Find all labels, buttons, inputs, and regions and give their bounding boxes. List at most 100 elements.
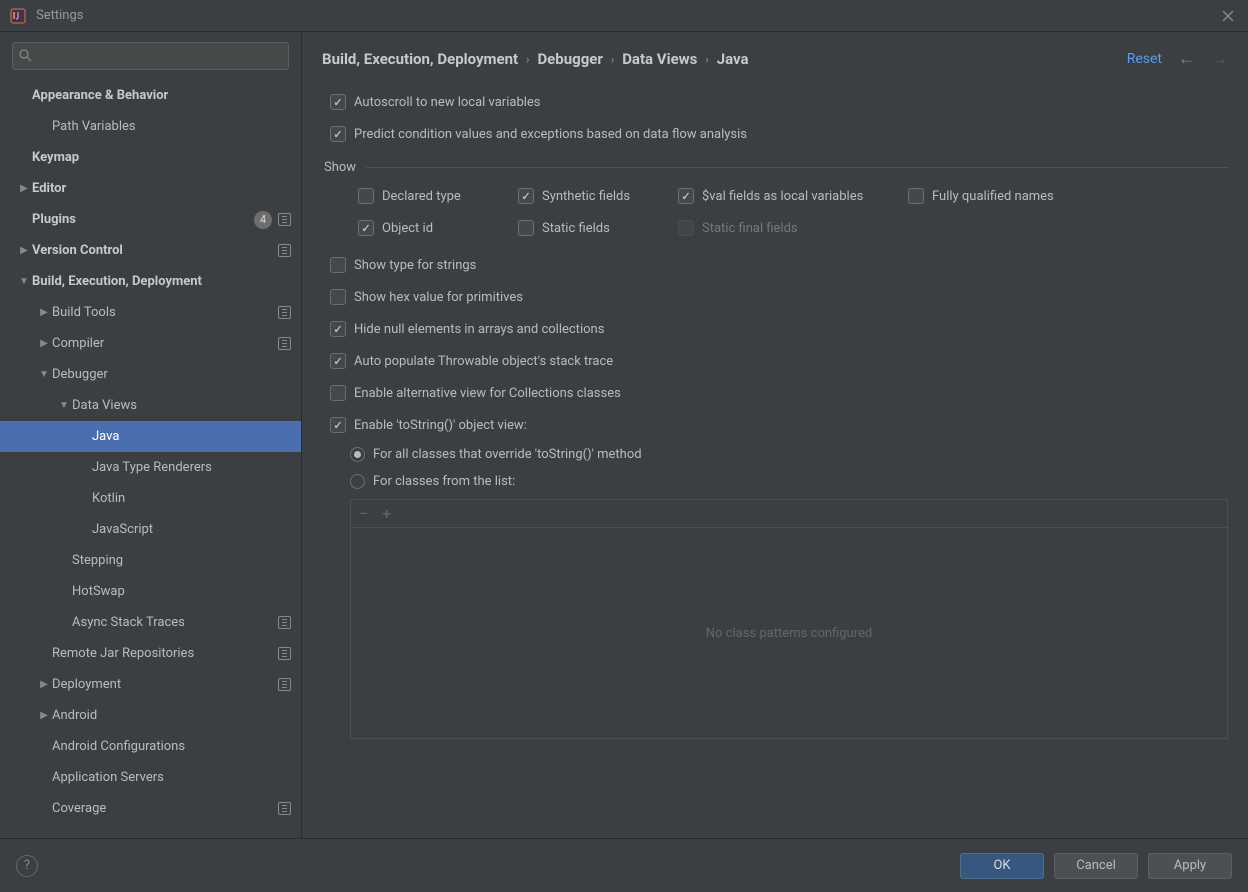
project-scope-icon <box>278 337 291 350</box>
sidebar-item-label: Version Control <box>32 243 278 258</box>
sidebar-item[interactable]: Stepping <box>0 545 301 576</box>
sidebar-item-label: Build Tools <box>52 305 278 320</box>
sidebar-item[interactable]: Remote Jar Repositories <box>0 638 301 669</box>
chevron-icon: ▶ <box>36 338 52 349</box>
hide-null-checkbox[interactable] <box>330 321 346 337</box>
add-icon[interactable]: + <box>382 504 391 523</box>
project-scope-icon <box>278 244 291 257</box>
fully-qualified-label: Fully qualified names <box>932 189 1054 204</box>
radio-all-classes[interactable] <box>350 447 365 462</box>
cancel-button[interactable]: Cancel <box>1054 853 1138 879</box>
sidebar-item[interactable]: Plugins4 <box>0 204 301 235</box>
titlebar: Settings <box>0 0 1248 32</box>
chevron-icon: ▶ <box>36 710 52 721</box>
chevron-right-icon: › <box>705 53 708 66</box>
breadcrumb-segment[interactable]: Data Views <box>622 50 697 68</box>
breadcrumb-segment[interactable]: Debugger <box>537 50 602 68</box>
sidebar-item-label: Debugger <box>52 367 291 382</box>
project-scope-icon <box>278 616 291 629</box>
enable-alt-view-checkbox[interactable] <box>330 385 346 401</box>
project-scope-icon <box>278 306 291 319</box>
show-section-label: Show <box>324 160 356 175</box>
close-icon[interactable] <box>1218 6 1238 26</box>
sidebar-item-label: Plugins <box>32 212 254 227</box>
breadcrumb-segment[interactable]: Build, Execution, Deployment <box>322 50 518 68</box>
sidebar-item[interactable]: HotSwap <box>0 576 301 607</box>
settings-tree[interactable]: Appearance & BehaviorPath VariablesKeyma… <box>0 80 301 838</box>
sidebar-item[interactable]: ▼Data Views <box>0 390 301 421</box>
sidebar-item[interactable]: ▶Android <box>0 700 301 731</box>
chevron-right-icon: › <box>526 53 529 66</box>
reset-link[interactable]: Reset <box>1127 51 1162 67</box>
sidebar-item[interactable]: ▶Deployment <box>0 669 301 700</box>
sidebar-item-label: JavaScript <box>92 522 291 537</box>
sidebar-item-label: Async Stack Traces <box>72 615 278 630</box>
project-scope-icon <box>278 213 291 226</box>
fully-qualified-checkbox[interactable] <box>908 188 924 204</box>
chevron-icon: ▶ <box>16 183 32 194</box>
sidebar-item-label: Compiler <box>52 336 278 351</box>
static-fields-checkbox[interactable] <box>518 220 534 236</box>
content-header: Build, Execution, Deployment › Debugger › Da… <box>302 32 1248 86</box>
sidebar-item[interactable]: ▶Editor <box>0 173 301 204</box>
sidebar-item[interactable]: Keymap <box>0 142 301 173</box>
help-button[interactable]: ? <box>16 855 38 877</box>
project-scope-icon <box>278 678 291 691</box>
sidebar-item[interactable]: Kotlin <box>0 483 301 514</box>
show-hex-label: Show hex value for primitives <box>354 290 523 305</box>
class-list-panel: − + No class patterns configured <box>350 499 1228 739</box>
show-type-strings-checkbox[interactable] <box>330 257 346 273</box>
back-arrow-icon[interactable]: ← <box>1178 49 1195 69</box>
badge: 4 <box>254 211 272 229</box>
forward-arrow-icon[interactable]: → <box>1211 49 1228 69</box>
predict-checkbox[interactable] <box>330 126 346 142</box>
search-box[interactable] <box>12 42 289 70</box>
sidebar-item[interactable]: ▼Debugger <box>0 359 301 390</box>
sidebar-item[interactable]: Appearance & Behavior <box>0 80 301 111</box>
declared-type-checkbox[interactable] <box>358 188 374 204</box>
auto-populate-label: Auto populate Throwable object's stack t… <box>354 354 613 369</box>
object-id-label: Object id <box>382 221 433 236</box>
sidebar-item[interactable]: Coverage <box>0 793 301 824</box>
sidebar-item[interactable]: ▼Build, Execution, Deployment <box>0 266 301 297</box>
ok-button[interactable]: OK <box>960 853 1044 879</box>
object-id-checkbox[interactable] <box>358 220 374 236</box>
val-fields-label: $val fields as local variables <box>702 189 863 204</box>
radio-list-classes[interactable] <box>350 474 365 489</box>
sidebar-item[interactable]: Java Type Renderers <box>0 452 301 483</box>
sidebar-item[interactable]: JavaScript <box>0 514 301 545</box>
sidebar-item-label: Kotlin <box>92 491 291 506</box>
val-fields-checkbox[interactable] <box>678 188 694 204</box>
chevron-icon: ▶ <box>36 679 52 690</box>
sidebar-item[interactable]: Path Variables <box>0 111 301 142</box>
project-scope-icon <box>278 647 291 660</box>
predict-label: Predict condition values and exceptions … <box>354 127 747 142</box>
sidebar-item[interactable]: Application Servers <box>0 762 301 793</box>
sidebar-item-label: HotSwap <box>72 584 291 599</box>
sidebar-item-label: Editor <box>32 181 291 196</box>
sidebar-item[interactable]: ▶Compiler <box>0 328 301 359</box>
show-type-strings-label: Show type for strings <box>354 258 476 273</box>
synthetic-fields-checkbox[interactable] <box>518 188 534 204</box>
static-fields-label: Static fields <box>542 221 610 236</box>
sidebar-item-label: Stepping <box>72 553 291 568</box>
search-input[interactable] <box>37 49 282 64</box>
remove-icon[interactable]: − <box>359 504 368 523</box>
sidebar-item-label: Android Configurations <box>52 739 291 754</box>
sidebar-item[interactable]: ▶Version Control <box>0 235 301 266</box>
sidebar-item[interactable]: Java <box>0 421 301 452</box>
autoscroll-checkbox[interactable] <box>330 94 346 110</box>
enable-tostring-checkbox[interactable] <box>330 417 346 433</box>
sidebar-item[interactable]: ▶Build Tools <box>0 297 301 328</box>
breadcrumb: Build, Execution, Deployment › Debugger › Da… <box>322 50 749 68</box>
content-body: Autoscroll to new local variables Predic… <box>302 86 1248 838</box>
sidebar-item[interactable]: Async Stack Traces <box>0 607 301 638</box>
show-hex-checkbox[interactable] <box>330 289 346 305</box>
sidebar-item[interactable]: Android Configurations <box>0 731 301 762</box>
auto-populate-checkbox[interactable] <box>330 353 346 369</box>
window-title: Settings <box>36 8 83 23</box>
sidebar-item-label: Deployment <box>52 677 278 692</box>
breadcrumb-segment[interactable]: Java <box>717 50 749 68</box>
apply-button[interactable]: Apply <box>1148 853 1232 879</box>
section-divider <box>366 167 1228 168</box>
